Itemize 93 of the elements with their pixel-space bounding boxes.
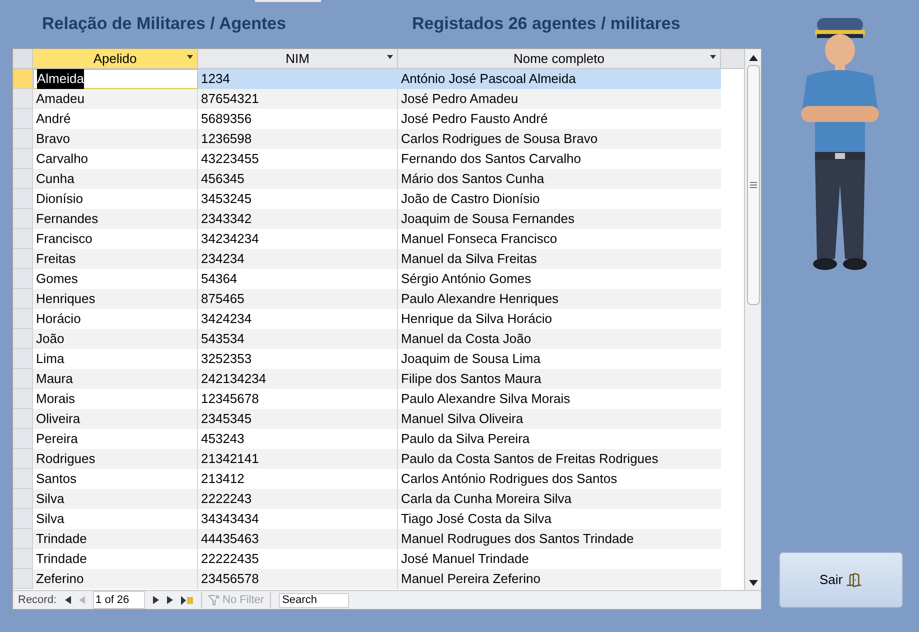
row-selector[interactable]	[13, 169, 33, 189]
table-cell: João	[33, 329, 198, 349]
table-cell: 2343342	[198, 209, 398, 229]
row-selector[interactable]	[13, 189, 33, 209]
table-cell: 234234	[198, 249, 398, 269]
table-cell: Paulo Alexandre Henriques	[398, 289, 721, 309]
first-record-icon[interactable]	[64, 596, 71, 604]
table-cell: Oliveira	[33, 409, 198, 429]
table-cell: Almeida	[33, 69, 198, 89]
new-record-icon[interactable]	[180, 596, 193, 604]
column-header[interactable]: NIM	[198, 49, 398, 68]
table-cell: Rodrigues	[33, 449, 198, 469]
table-cell: 1236598	[198, 129, 398, 149]
row-selector[interactable]	[13, 89, 33, 109]
row-selector[interactable]	[13, 329, 33, 349]
record-label: Record:	[18, 592, 57, 608]
row-selector[interactable]	[13, 449, 33, 469]
column-header[interactable]: Nome completo	[398, 49, 721, 68]
search-field[interactable]: Search	[279, 592, 350, 608]
table-cell: Manuel Rodrugues dos Santos Trindade	[398, 529, 721, 549]
table-cell: Silva	[33, 489, 198, 509]
table-cell: Cunha	[33, 169, 198, 189]
table-cell: 1234	[198, 69, 398, 89]
row-selector[interactable]	[13, 369, 33, 389]
table-cell: Maura	[33, 369, 198, 389]
row-selector[interactable]	[13, 349, 33, 369]
table-cell: Manuel da Silva Freitas	[398, 249, 721, 269]
table-cell: José Pedro Amadeu	[398, 89, 721, 109]
row-selector[interactable]	[13, 389, 33, 409]
row-selector[interactable]	[13, 569, 33, 589]
table-cell: 21342141	[198, 449, 398, 469]
table-cell: André	[33, 109, 198, 129]
row-selector[interactable]	[13, 509, 33, 529]
scroll-down-icon[interactable]	[748, 580, 758, 586]
form-title: Relação de Militares / Agentes	[42, 13, 288, 36]
row-selector[interactable]	[13, 109, 33, 129]
table-cell: Manuel Silva Oliveira	[398, 409, 721, 429]
row-selector[interactable]	[13, 289, 33, 309]
row-selector[interactable]	[13, 309, 33, 329]
table-cell: 87654321	[198, 89, 398, 109]
vertical-scrollbar[interactable]	[744, 49, 761, 590]
column-header[interactable]: Apelido	[33, 49, 198, 68]
table-cell: Henriques	[33, 289, 198, 309]
scroll-up-icon[interactable]	[748, 55, 758, 61]
next-record-icon[interactable]	[152, 596, 159, 604]
exit-button[interactable]: Sair	[778, 552, 902, 608]
row-selector[interactable]	[13, 549, 33, 569]
table-cell: 875465	[198, 289, 398, 309]
table-cell: Joaquim de Sousa Fernandes	[398, 209, 721, 229]
table-cell: António José Pascoal Almeida	[398, 69, 721, 89]
filter-icon	[208, 594, 220, 606]
table-cell: Zeferino	[33, 569, 198, 589]
table-cell: Paulo da Costa Santos de Freitas Rodrigues	[398, 449, 721, 469]
row-selector[interactable]	[13, 209, 33, 229]
table-cell: 44435463	[198, 529, 398, 549]
select-all-corner[interactable]	[13, 49, 33, 68]
table-cell: Manuel Pereira Zeferino	[398, 569, 721, 589]
row-selector[interactable]	[13, 269, 33, 289]
row-selector[interactable]	[13, 469, 33, 489]
scroll-thumb[interactable]	[746, 65, 760, 305]
row-selector[interactable]	[13, 149, 33, 169]
exit-door-icon	[846, 572, 862, 588]
table-cell: Carla da Cunha Moreira Silva	[398, 489, 721, 509]
table-cell: 23456578	[198, 569, 398, 589]
table-cell: 543534	[198, 329, 398, 349]
table-cell: 242134234	[198, 369, 398, 389]
record-position-field[interactable]: 1 of 26	[92, 590, 145, 610]
table-cell: Manuel da Costa João	[398, 329, 721, 349]
table-cell: Trindade	[33, 549, 198, 569]
row-selector[interactable]	[13, 409, 33, 429]
table-cell: Mário dos Santos Cunha	[398, 169, 721, 189]
previous-record-icon[interactable]	[78, 596, 85, 604]
table-cell: Fernandes	[33, 209, 198, 229]
table-cell: 2222243	[198, 489, 398, 509]
last-record-icon[interactable]	[166, 596, 173, 604]
table-cell: Carlos Rodrigues de Sousa Bravo	[398, 129, 721, 149]
row-selector[interactable]	[13, 129, 33, 149]
table-cell: 2345345	[198, 409, 398, 429]
table-cell: Freitas	[33, 249, 198, 269]
row-selector[interactable]	[13, 529, 33, 549]
table-cell: Filipe dos Santos Maura	[398, 369, 721, 389]
row-selector[interactable]	[13, 69, 33, 89]
row-selector[interactable]	[13, 249, 33, 269]
row-selector[interactable]	[13, 489, 33, 509]
row-selector[interactable]	[13, 429, 33, 449]
row-selector[interactable]	[13, 229, 33, 249]
table-cell: Amadeu	[33, 89, 198, 109]
table-cell: Bravo	[33, 129, 198, 149]
table-cell: 43223455	[198, 149, 398, 169]
table-cell: 456345	[198, 169, 398, 189]
table-cell: 453243	[198, 429, 398, 449]
table-cell: Trindade	[33, 529, 198, 549]
record-count-summary: Registados 26 agentes / militares	[412, 13, 680, 36]
